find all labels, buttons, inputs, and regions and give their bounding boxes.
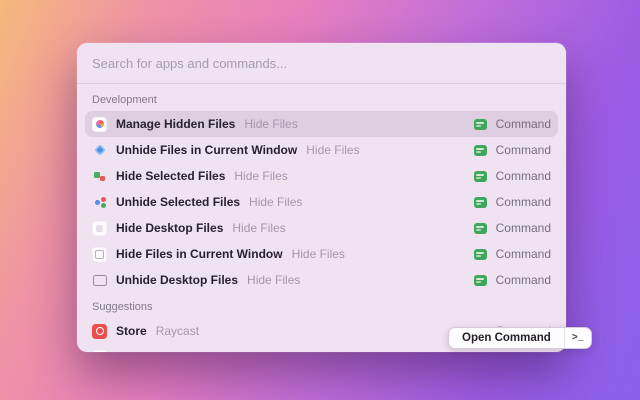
window-outline-icon bbox=[92, 273, 107, 288]
command-type-icon bbox=[474, 145, 487, 156]
item-accessory: Command bbox=[496, 117, 551, 131]
command-type-icon bbox=[474, 223, 487, 234]
search-input[interactable] bbox=[92, 56, 551, 71]
item-accessory: Command bbox=[496, 247, 551, 261]
section-header: Suggestions bbox=[92, 301, 551, 313]
results-list: Development Manage Hidden Files Hide Files… bbox=[77, 84, 566, 352]
color-dots-icon bbox=[92, 195, 107, 210]
item-title: Hide Desktop Files bbox=[116, 221, 223, 235]
blank-chip-icon bbox=[92, 221, 107, 236]
item-subtitle: Hide Files bbox=[306, 143, 359, 157]
item-accessory: Command bbox=[496, 273, 551, 287]
item-title: Unhide Files in Current Window bbox=[116, 143, 297, 157]
desktop-background: Development Manage Hidden Files Hide Files… bbox=[0, 0, 640, 400]
command-type-icon bbox=[474, 171, 487, 182]
list-item[interactable]: Unhide Desktop Files Hide Files Command bbox=[85, 267, 558, 293]
item-accessory: Command bbox=[496, 195, 551, 209]
item-title: Unhide Desktop Files bbox=[116, 273, 238, 287]
open-command-button[interactable]: Open Command >_ bbox=[448, 327, 592, 349]
item-title: Hide Files in Current Window bbox=[116, 247, 283, 261]
item-title: Hide Selected Files bbox=[116, 169, 225, 183]
section-header: Development bbox=[92, 94, 551, 106]
store-icon bbox=[92, 324, 107, 339]
extension-flower-icon bbox=[92, 117, 107, 132]
item-accessory: Command bbox=[496, 143, 551, 157]
launcher-window: Development Manage Hidden Files Hide Files… bbox=[77, 43, 566, 352]
list-item[interactable]: Manage Hidden Files Hide Files Command bbox=[85, 111, 558, 137]
command-type-icon bbox=[474, 352, 487, 353]
item-accessory: Command bbox=[496, 350, 551, 352]
item-subtitle: Raycast bbox=[156, 324, 199, 338]
item-subtitle: Hide Files bbox=[247, 273, 300, 287]
outline-square-icon bbox=[92, 247, 107, 262]
item-subtitle: Hide Files bbox=[292, 247, 345, 261]
color-squares-icon bbox=[92, 169, 107, 184]
item-accessory: Command bbox=[496, 169, 551, 183]
item-subtitle: Hide Files bbox=[249, 195, 302, 209]
item-subtitle: Hide Files bbox=[232, 221, 285, 235]
item-title: Store bbox=[116, 324, 147, 338]
list-item[interactable]: Hide Desktop Files Hide Files Command bbox=[85, 215, 558, 241]
item-title: Manage Hidden Files bbox=[116, 117, 235, 131]
list-item[interactable]: Hide Selected Files Hide Files Command bbox=[85, 163, 558, 189]
item-subtitle: Hide Files bbox=[244, 117, 297, 131]
pencil-icon bbox=[92, 350, 107, 353]
item-accessory: Command bbox=[496, 221, 551, 235]
terminal-prompt-key-icon: >_ bbox=[564, 328, 591, 348]
list-item[interactable]: Unhide Files in Current Window Hide Files… bbox=[85, 137, 558, 163]
item-title: Open Path bbox=[116, 350, 176, 352]
item-title: Unhide Selected Files bbox=[116, 195, 240, 209]
blue-box-icon bbox=[92, 143, 107, 158]
command-type-icon bbox=[474, 197, 487, 208]
item-subtitle: Hide Files bbox=[234, 169, 287, 183]
command-type-icon bbox=[474, 275, 487, 286]
search-bar bbox=[77, 43, 566, 83]
command-type-icon bbox=[474, 119, 487, 130]
list-item[interactable]: Unhide Selected Files Hide Files Command bbox=[85, 189, 558, 215]
open-command-label: Open Command bbox=[449, 328, 564, 348]
list-item[interactable]: Hide Files in Current Window Hide Files Co… bbox=[85, 241, 558, 267]
command-type-icon bbox=[474, 249, 487, 260]
